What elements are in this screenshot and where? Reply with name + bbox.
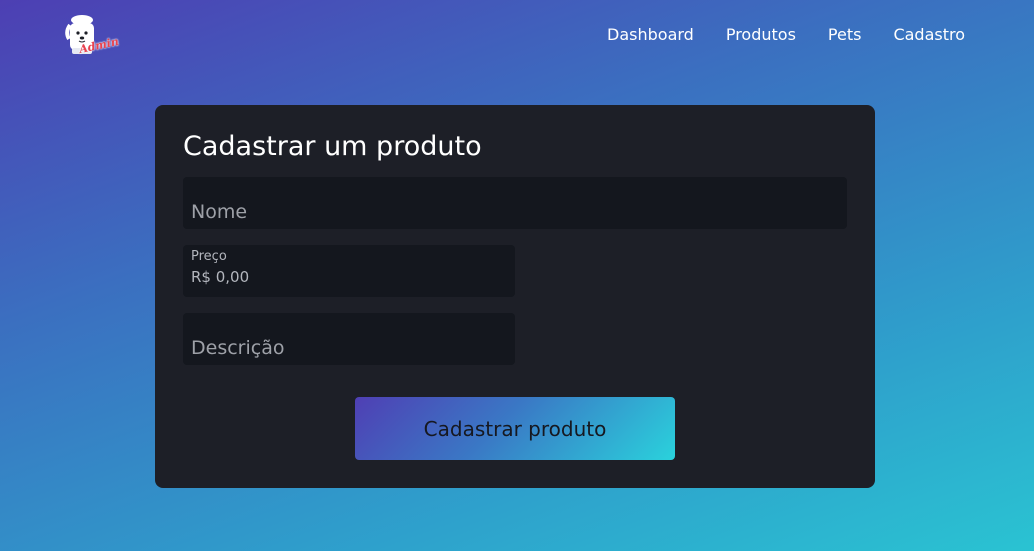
name-field	[183, 177, 847, 229]
nav-item-dashboard[interactable]: Dashboard	[607, 24, 694, 46]
description-field	[183, 313, 515, 365]
nav-item-cadastro[interactable]: Cadastro	[893, 24, 965, 46]
form-title: Cadastrar um produto	[183, 131, 482, 162]
price-input[interactable]	[183, 245, 515, 297]
name-input[interactable]	[183, 177, 847, 229]
main-nav: Dashboard Produtos Pets Cadastro	[607, 24, 965, 46]
description-input[interactable]	[183, 313, 515, 365]
admin-logo[interactable]: Admin	[64, 12, 120, 60]
nav-item-produtos[interactable]: Produtos	[726, 24, 796, 46]
price-field: Preço	[183, 245, 515, 297]
top-navbar: Admin Dashboard Produtos Pets Cadastro	[0, 0, 1034, 72]
product-form-card: Cadastrar um produto Preço Cadastrar pro…	[155, 105, 875, 488]
submit-product-button[interactable]: Cadastrar produto	[355, 397, 675, 460]
nav-item-pets[interactable]: Pets	[828, 24, 862, 46]
